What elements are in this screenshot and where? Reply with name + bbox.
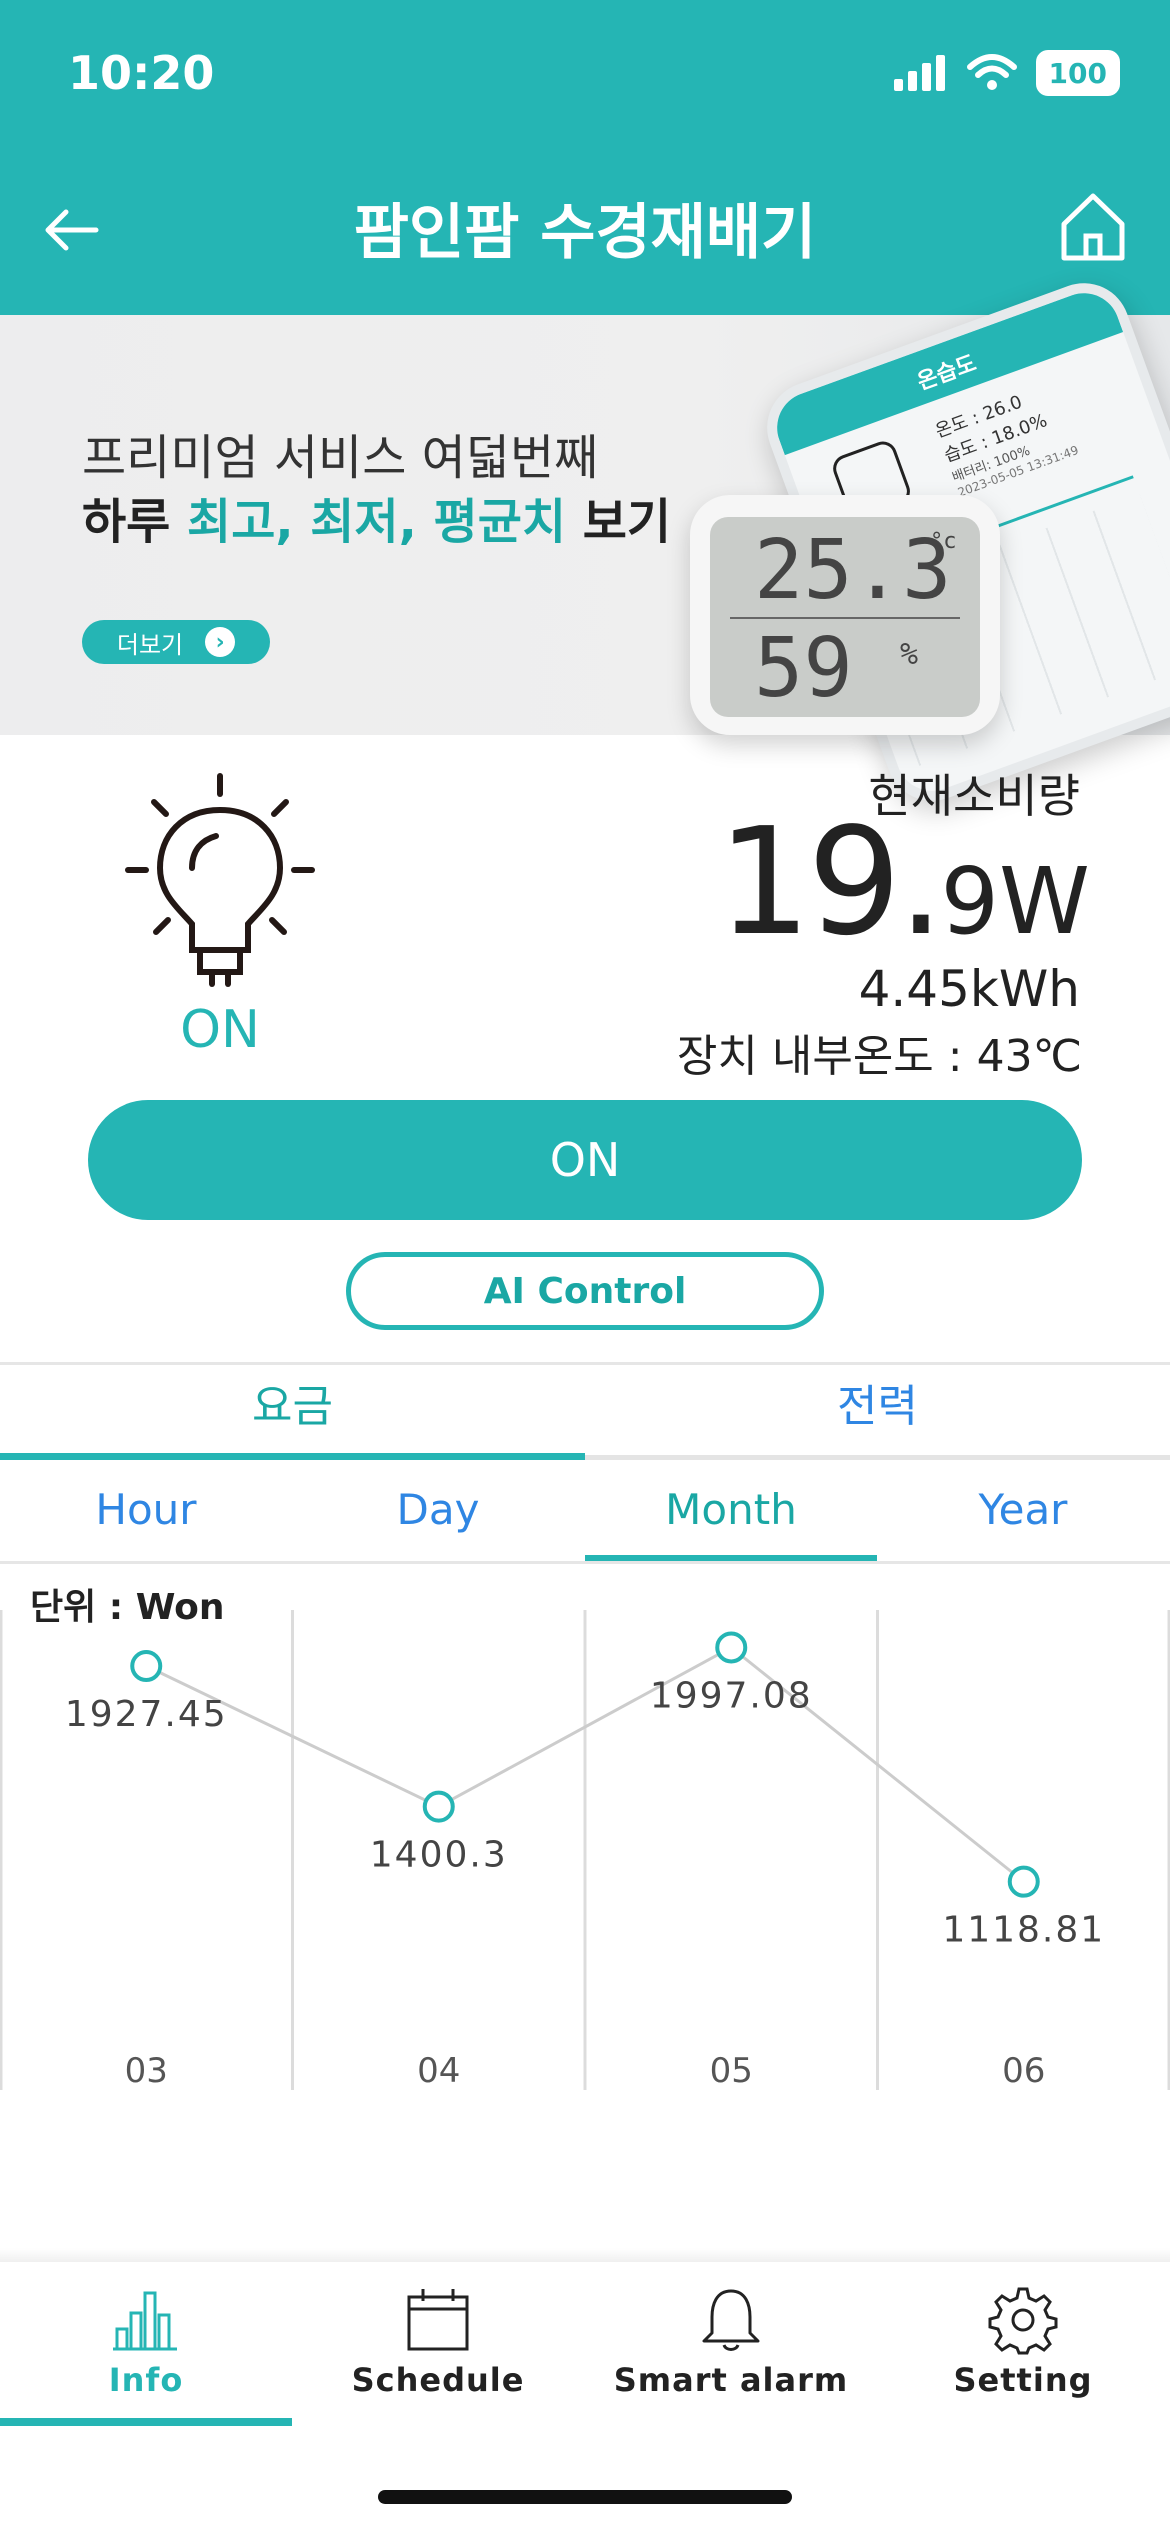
x-tick-label: 06 [1002,2051,1045,2091]
x-tick-label: 03 [125,2051,168,2091]
banner-subtitle-prefix: 하루 [82,494,188,550]
x-tick-label: 04 [417,2051,460,2091]
home-icon[interactable] [1058,190,1128,262]
status-indicators: 100 [892,48,1120,98]
tab-fee[interactable]: 요금 [0,1370,585,1454]
battery-indicator: 100 [1035,50,1120,96]
nav-schedule[interactable]: Schedule [292,2285,584,2415]
nav-setting-label: Setting [953,2361,1093,2399]
sensor-lcd: 25.3 °c 59 % [710,517,980,717]
chart-unit-label: 단위 : Won [30,1587,225,1628]
data-label: 1400.3 [370,1835,508,1876]
power-main: 19. [717,796,944,968]
current-power-value: 19.9W [717,808,1090,956]
ai-control-button[interactable]: AI Control [346,1252,824,1330]
data-point [422,1790,455,1823]
internal-temp: 장치 내부온도 : 43℃ [676,1031,1082,1082]
sensor-humidity: 59 [754,621,853,716]
banner-more-label: 더보기 [116,630,184,659]
tab-active-underline [0,1453,585,1460]
wifi-icon [966,54,1017,90]
nav-active-underline [0,2418,292,2426]
power-toggle-button[interactable]: ON [88,1100,1082,1220]
nav-smart-alarm-label: Smart alarm [613,2361,849,2399]
subtab-hour[interactable]: Hour [0,1468,292,1558]
banner-subtitle-suffix: 보기 [566,494,672,550]
sensor-temp-unit: °c [930,529,957,554]
bar-chart-icon [113,2291,177,2351]
chevron-right-icon: › [205,627,236,657]
bell-icon [702,2289,760,2351]
bulb-state: ON [180,1000,260,1060]
data-point [130,1650,163,1683]
nav-info[interactable]: Info [0,2285,292,2415]
signal-icon [893,55,945,91]
data-point [1007,1865,1040,1898]
power-decimal: 9W [940,848,1091,955]
calendar-icon [407,2289,469,2351]
subtab-month[interactable]: Month [585,1468,877,1558]
lightbulb-icon [125,773,315,987]
subtab-year[interactable]: Year [877,1468,1169,1558]
home-indicator [378,2490,792,2504]
subtab-day[interactable]: Day [292,1468,584,1558]
status-time: 10:20 [68,46,215,100]
data-label: 1997.08 [650,1675,813,1716]
x-tick-label: 05 [710,2051,753,2091]
banner-more-button[interactable]: 더보기 › [82,620,270,664]
nav-schedule-label: Schedule [351,2361,525,2399]
data-point [715,1631,748,1664]
tab-power[interactable]: 전력 [585,1370,1170,1454]
energy-value: 4.45kWh [858,960,1080,1018]
sensor-humidity-unit: % [900,637,919,672]
gear-icon [988,2287,1058,2355]
sensor-temp: 25.3 [754,523,952,618]
banner-subtitle: 하루 최고, 최저, 평균치 보기 [82,482,671,552]
nav-info-label: Info [108,2361,184,2399]
tab-divider [585,1455,1170,1460]
data-label: 1927.45 [65,1694,228,1735]
banner-sensor-image: 25.3 °c 59 % [690,495,1000,735]
fee-line-chart: 1927.45 03 1400.3 04 1997.08 05 1118.81 06 [0,1610,1170,2091]
banner-title: 프리미엄 서비스 여덟번째 [82,430,599,486]
nav-setting[interactable]: Setting [877,2285,1169,2415]
divider [0,1362,1170,1365]
page-title: 팜인팜 수경재배기 [353,198,817,268]
sensor-divider [730,617,960,619]
nav-smart-alarm[interactable]: Smart alarm [585,2285,877,2415]
data-label: 1118.81 [942,1910,1105,1951]
banner-subtitle-highlight: 최고, 최저, 평균치 [187,494,567,550]
